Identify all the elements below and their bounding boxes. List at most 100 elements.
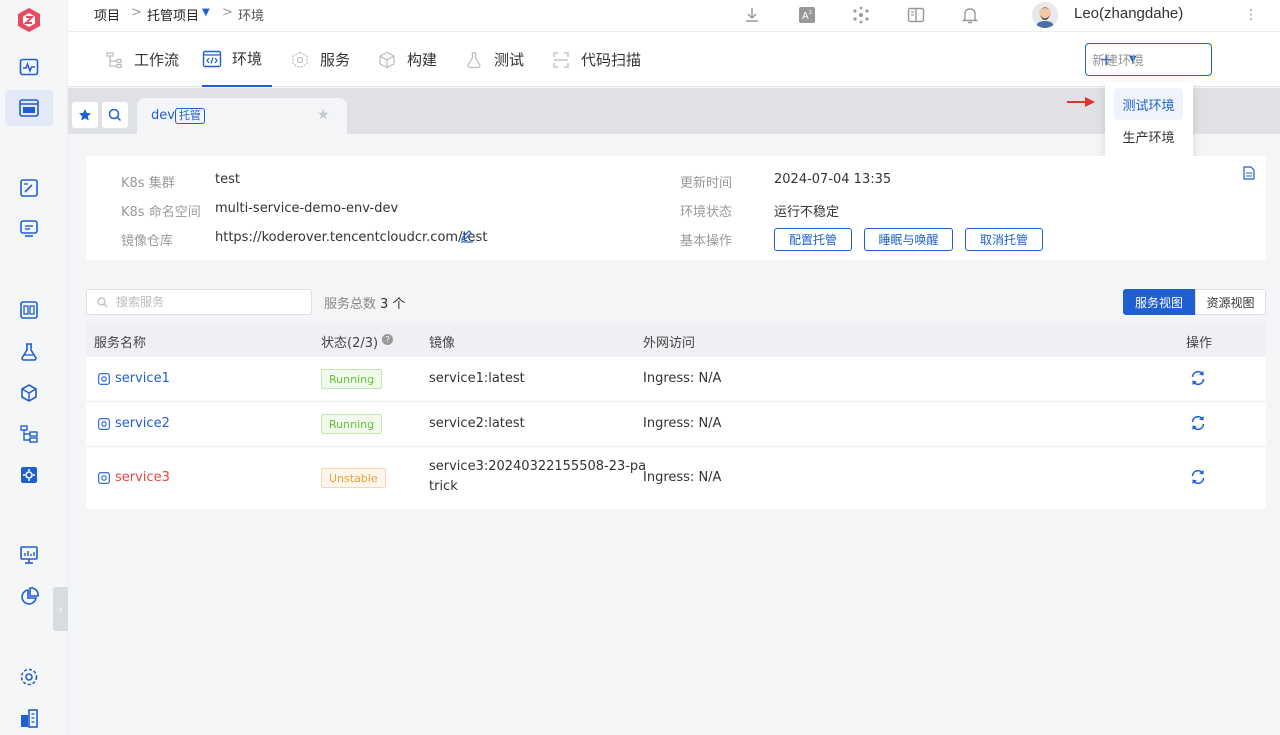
breadcrumb-project[interactable]: 托管项目	[147, 5, 199, 24]
refresh-icon[interactable]	[1189, 468, 1207, 486]
favorite-star-button[interactable]	[71, 101, 99, 129]
env-status-label: 环境状态	[680, 205, 733, 220]
service-count-label: 服务总数	[324, 297, 377, 312]
document-icon[interactable]	[1243, 166, 1255, 180]
star-outline-icon[interactable]: ★	[317, 107, 330, 123]
edit-pencil-icon[interactable]	[460, 229, 474, 243]
breadcrumb-current: 环境	[238, 9, 265, 24]
refresh-icon[interactable]	[1189, 369, 1207, 387]
sidebar-collapse-toggle[interactable]: ›	[53, 587, 68, 631]
service-link[interactable]: service3	[98, 470, 170, 485]
docs-book-icon[interactable]	[905, 4, 927, 26]
tab-test[interactable]: 测试	[464, 32, 524, 87]
dropdown-item-test-env[interactable]: 测试环境	[1114, 88, 1183, 120]
edit-doc-icon[interactable]	[5, 170, 53, 206]
bell-icon[interactable]	[959, 4, 981, 26]
service-link[interactable]: service2	[98, 416, 170, 431]
status-badge: Running	[321, 369, 383, 389]
service-view-button[interactable]: 服务视图	[1123, 289, 1195, 315]
project-manage-icon[interactable]	[5, 90, 53, 126]
service-search[interactable]	[86, 289, 312, 315]
build-icon	[377, 50, 397, 70]
svg-text:A: A	[802, 11, 809, 22]
col-status: 状态(2/3)	[321, 336, 379, 351]
config-managed-button[interactable]: 配置托管	[774, 228, 852, 251]
search-input[interactable]	[116, 295, 296, 309]
sidebar: ›	[0, 0, 68, 735]
tab-label: 服务	[320, 51, 351, 69]
dropdown-item-prod-env[interactable]: 生产环境	[1114, 120, 1183, 152]
red-arrow-annotation	[1067, 97, 1095, 107]
env-name: dev	[151, 108, 175, 123]
settings-box-icon[interactable]	[5, 457, 53, 493]
namespace-value: multi-service-demo-env-dev	[215, 201, 399, 216]
status-badge: Running	[321, 414, 383, 434]
env-info-card: K8s 集群 test K8s 命名空间 multi-service-demo-…	[86, 156, 1266, 260]
access-value: Ingress: N/A	[643, 371, 722, 386]
image-value-line2: trick	[429, 479, 458, 494]
artifact-icon[interactable]	[5, 375, 53, 411]
pie-chart-icon[interactable]	[5, 579, 53, 615]
tab-label: 环境	[232, 50, 263, 68]
monitor-wave-icon[interactable]	[5, 49, 53, 85]
env-tab-dev[interactable]: dev 托管 ★	[137, 98, 347, 134]
module-tabbar: 工作流 环境 服务 构建 测试 代码扫描 + 新建环境 ▼	[68, 32, 1280, 87]
avatar[interactable]	[1032, 2, 1058, 28]
tab-label: 工作流	[134, 51, 180, 69]
access-value: Ingress: N/A	[643, 416, 722, 431]
access-value: Ingress: N/A	[643, 470, 722, 485]
enterprise-icon[interactable]	[5, 700, 53, 735]
logo-icon[interactable]	[5, 2, 53, 38]
cluster-value: test	[215, 172, 240, 187]
env-status-value: 运行不稳定	[774, 205, 840, 220]
namespace-label: K8s 命名空间	[121, 205, 201, 220]
sleep-wake-button[interactable]: 睡眠与唤醒	[864, 228, 953, 251]
dashboard-icon[interactable]	[5, 537, 53, 573]
integrations-icon[interactable]	[850, 4, 872, 26]
new-environment-button[interactable]: + 新建环境 ▼	[1085, 43, 1212, 76]
col-image: 镜像	[429, 336, 456, 351]
col-operations: 操作	[1186, 336, 1213, 351]
deploy-screen-icon[interactable]	[5, 211, 53, 247]
search-env-button[interactable]	[101, 101, 129, 129]
gear-icon[interactable]	[5, 659, 53, 695]
test-icon	[464, 50, 484, 70]
updated-label: 更新时间	[680, 176, 733, 191]
service-count-value: 3 个	[380, 297, 406, 312]
service-name: service1	[115, 371, 170, 386]
pipeline-icon[interactable]	[5, 416, 53, 452]
chevron-right-icon: ›	[58, 602, 63, 616]
service-table: 服务名称 状态(2/3) ? 镜像 外网访问 操作 service1 Runni…	[86, 323, 1266, 509]
tab-label: 测试	[494, 51, 525, 69]
tab-service[interactable]: 服务	[290, 32, 350, 87]
table-row: service3 Unstable service3:2024032215550…	[86, 447, 1266, 509]
translate-icon[interactable]: Az	[796, 4, 818, 26]
release-icon[interactable]	[5, 292, 53, 328]
caret-down-icon[interactable]: ▼	[202, 7, 210, 18]
service-icon	[98, 417, 110, 430]
service-link[interactable]: service1	[98, 371, 170, 386]
tab-code-scan[interactable]: 代码扫描	[551, 32, 641, 87]
tab-build[interactable]: 构建	[377, 32, 437, 87]
updated-value: 2024-07-04 13:35	[774, 172, 892, 187]
tab-environment[interactable]: 环境	[202, 32, 273, 87]
breadcrumb-root[interactable]: 项目	[94, 5, 120, 24]
tab-workflow[interactable]: 工作流	[104, 32, 179, 87]
status-badge: Unstable	[321, 468, 386, 488]
more-vertical-icon[interactable]: ⋮	[1240, 4, 1262, 26]
service-name: service2	[115, 416, 170, 431]
refresh-icon[interactable]	[1189, 414, 1207, 432]
flask-icon[interactable]	[5, 334, 53, 370]
image-value: service1:latest	[429, 371, 525, 386]
topbar: 项目 > 托管项目 ▼ > 环境 Az Leo(zhangdahe) ⋮	[68, 0, 1280, 32]
service-name: service3	[115, 470, 170, 485]
help-icon[interactable]: ?	[382, 334, 393, 345]
env-managed-tag: 托管	[175, 108, 205, 124]
cancel-managed-button[interactable]: 取消托管	[965, 228, 1043, 251]
download-icon[interactable]	[741, 4, 763, 26]
tab-label: 构建	[407, 51, 438, 69]
resource-view-button[interactable]: 资源视图	[1195, 289, 1266, 315]
username[interactable]: Leo(zhangdahe)	[1074, 5, 1183, 22]
service-icon	[290, 50, 310, 70]
star-icon	[79, 109, 91, 121]
